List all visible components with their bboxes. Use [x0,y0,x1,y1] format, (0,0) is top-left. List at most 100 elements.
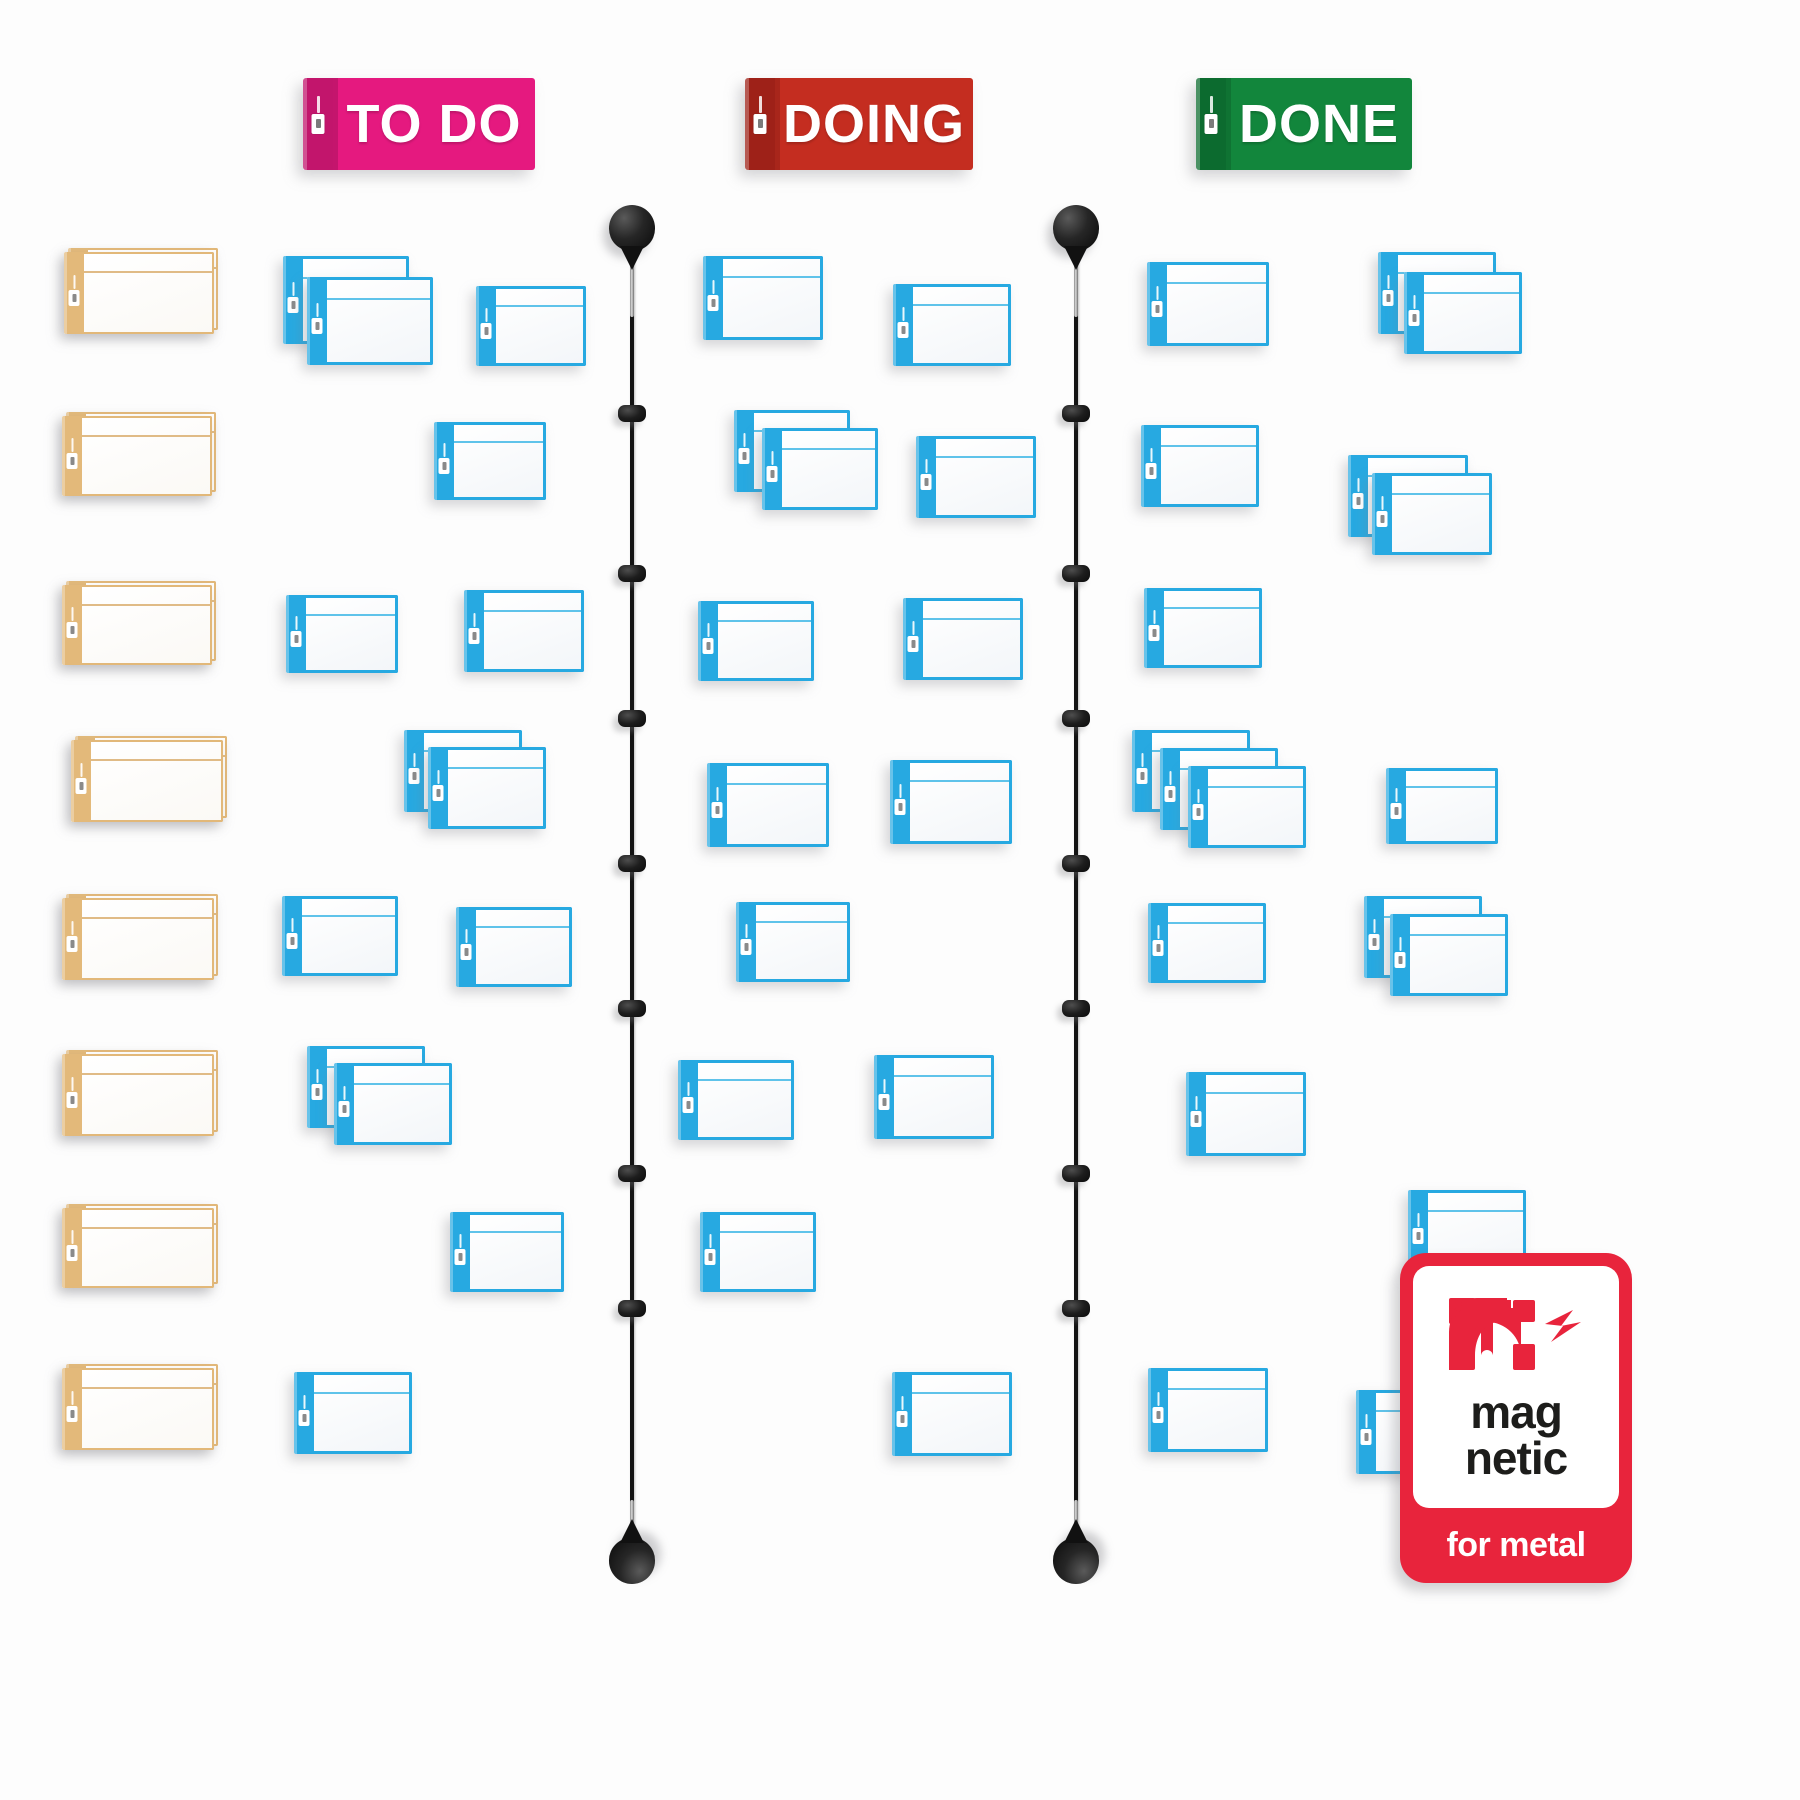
task-card[interactable] [1148,903,1266,983]
card-tab-icon [460,928,472,960]
task-card[interactable] [294,1372,412,1454]
task-card[interactable] [762,428,878,510]
card-tab-icon [298,1394,310,1426]
task-card[interactable] [464,590,584,672]
card-spine [1372,473,1392,555]
task-card[interactable] [736,902,850,982]
cord-clip-5[interactable] [618,1000,646,1017]
card-header-rule [936,455,1033,458]
task-card[interactable] [893,284,1011,366]
card-writing-area [1406,771,1495,841]
card-spine [1147,262,1167,346]
card-spine [1404,272,1424,354]
card-face [1206,1072,1306,1156]
column-flag-spine [303,78,333,170]
task-card[interactable] [698,601,814,681]
cord-clip-3[interactable] [618,710,646,727]
task-card[interactable] [874,1055,994,1139]
task-card[interactable] [62,585,212,665]
card-tab-stem [1399,936,1401,951]
column-flag-todo[interactable]: TO DO [303,78,535,170]
cord-clip-2[interactable] [618,565,646,582]
card-spine [307,1046,327,1128]
card-spine [1160,748,1180,830]
cord-anchor-bottom[interactable] [609,1538,655,1584]
task-card[interactable] [334,1063,452,1145]
card-spine [1364,896,1384,978]
card-face [720,1212,816,1292]
task-card[interactable] [1144,588,1262,668]
task-card[interactable] [903,598,1023,680]
card-tab-icon [66,606,78,638]
cord-clip-1[interactable] [618,405,646,422]
task-card[interactable] [286,595,398,673]
cord-clip-1[interactable] [1062,405,1090,422]
task-card[interactable] [700,1212,816,1292]
task-card[interactable] [456,907,572,987]
card-tab-icon [878,1079,890,1111]
card-tab-icon [66,437,78,469]
card-tab-stem [712,280,714,295]
card-face [354,1063,452,1145]
cord-clip-4[interactable] [618,855,646,872]
task-card[interactable] [62,1368,214,1450]
cord-clip-2[interactable] [1062,565,1090,582]
task-card[interactable] [1390,914,1508,996]
card-tab-stem [465,928,467,943]
task-card[interactable] [428,747,546,829]
cord-clip-6[interactable] [1062,1165,1090,1182]
task-card[interactable] [1404,272,1522,354]
card-tab-stem [459,1233,461,1248]
task-card[interactable] [62,1208,214,1288]
cord-anchor-top[interactable] [1053,205,1099,251]
card-tab-icon [1136,752,1148,784]
task-card[interactable] [1386,768,1498,844]
task-card[interactable] [1147,262,1269,346]
task-card[interactable] [1188,766,1306,848]
cord-clip-4[interactable] [1062,855,1090,872]
task-card[interactable] [307,277,433,365]
cord-clip-7[interactable] [618,1300,646,1317]
card-tab-icon [66,1229,78,1261]
task-card[interactable] [476,286,586,366]
task-card[interactable] [1141,425,1259,507]
cord-clip-5[interactable] [1062,1000,1090,1017]
card-header-rule [1406,786,1495,789]
cord-clip-6[interactable] [618,1165,646,1182]
task-card[interactable] [703,256,823,340]
column-flag-done[interactable]: DONE [1196,78,1412,170]
card-tab-icon [704,1233,716,1265]
task-card[interactable] [282,896,398,976]
cord-clip-7[interactable] [1062,1300,1090,1317]
column-flag-doing[interactable]: DOING [745,78,973,170]
task-card[interactable] [892,1372,1012,1456]
cord-anchor-bottom[interactable] [1053,1538,1099,1584]
card-spine [283,256,303,344]
task-card[interactable] [707,763,829,847]
task-card[interactable] [71,740,223,822]
task-card[interactable] [1186,1072,1306,1156]
task-card[interactable] [1372,473,1492,555]
cord-anchor-top[interactable] [609,205,655,251]
card-spine [456,907,476,987]
task-card[interactable] [890,760,1012,844]
cord-clip-3[interactable] [1062,710,1090,727]
card-spine [703,256,723,340]
card-header-rule [82,1226,212,1229]
task-card[interactable] [64,252,214,334]
task-card[interactable] [678,1060,794,1140]
task-card[interactable] [450,1212,564,1292]
task-card[interactable] [62,1054,214,1136]
card-tab-stem [1195,1096,1197,1111]
card-writing-area [910,763,1009,841]
task-card[interactable] [434,422,546,500]
card-tab-stem [771,450,773,465]
task-card[interactable] [62,416,212,496]
card-spine [282,896,302,976]
task-card[interactable] [916,436,1036,518]
card-spine [700,1212,720,1292]
task-card[interactable] [62,898,214,980]
card-spine [762,428,782,510]
card-spine [62,416,82,496]
task-card[interactable] [1148,1368,1268,1452]
